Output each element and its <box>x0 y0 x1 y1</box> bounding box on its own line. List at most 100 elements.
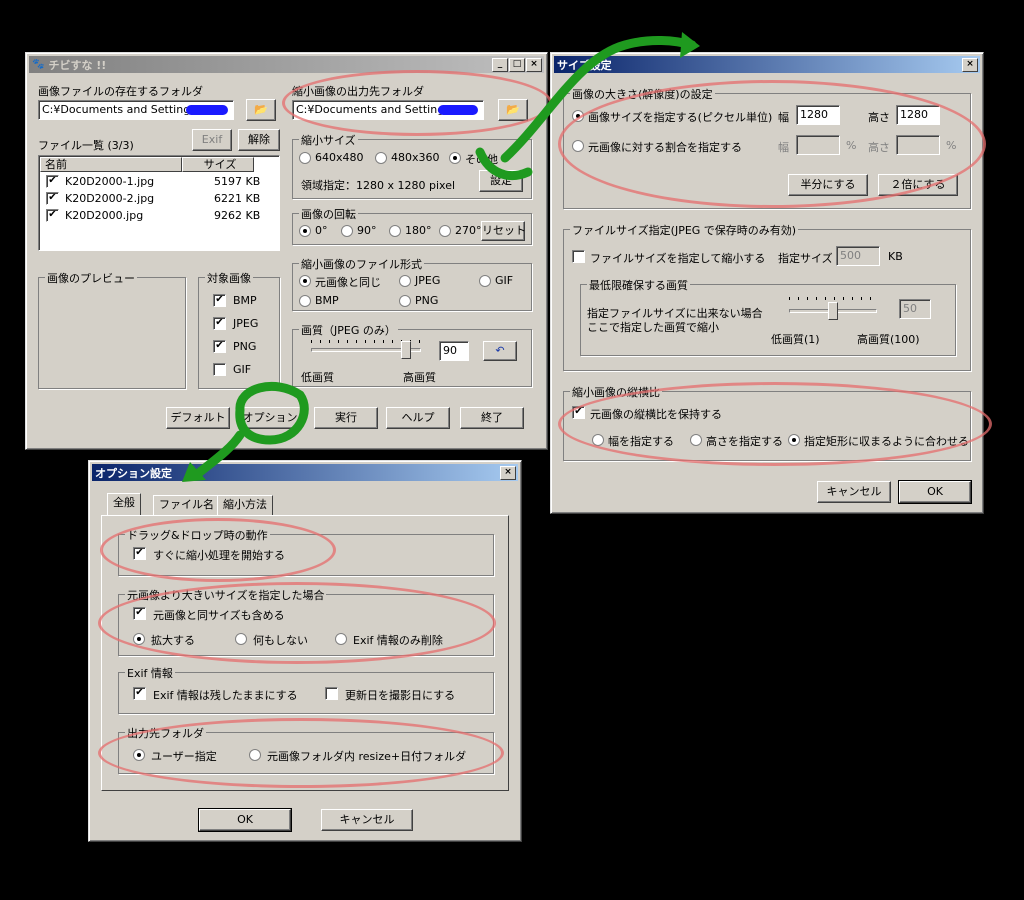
browse-src-button[interactable]: 📂 <box>246 99 276 121</box>
file-checkbox[interactable]: ✔ <box>46 209 59 222</box>
height-input[interactable]: 1280 <box>896 105 940 125</box>
size-480-radio[interactable] <box>375 152 387 164</box>
ratio-height-input[interactable] <box>896 135 940 155</box>
quality-slider-thumb[interactable] <box>401 341 411 359</box>
target-jpeg-checkbox[interactable]: ✔ <box>213 317 226 330</box>
nothing-label: 何もしない <box>253 634 308 647</box>
redacted-mark <box>438 105 478 115</box>
minimize-icon[interactable]: _ <box>492 58 508 72</box>
width-input[interactable]: 1280 <box>796 105 840 125</box>
default-button[interactable]: デフォルト <box>166 407 230 429</box>
target-gif-checkbox[interactable] <box>213 363 226 376</box>
ratio-width-input[interactable] <box>796 135 840 155</box>
rotate-270-label: 270° <box>455 224 482 237</box>
tab-general[interactable]: 全般 <box>107 493 141 515</box>
aspect-height-radio[interactable] <box>690 434 702 446</box>
ok-button[interactable]: OK <box>198 808 292 832</box>
file-name: K20D2000-1.jpg <box>65 175 155 188</box>
file-checkbox[interactable]: ✔ <box>46 192 59 205</box>
half-button[interactable]: 半分にする <box>788 174 868 196</box>
pixel-size-radio[interactable] <box>572 110 584 122</box>
column-header-size[interactable]: サイズ <box>182 157 254 172</box>
close-icon[interactable]: × <box>500 466 516 480</box>
browse-dst-button[interactable]: 📂 <box>498 99 528 121</box>
rotate-90-radio[interactable] <box>341 225 353 237</box>
settings-button[interactable]: 設定 <box>479 170 523 192</box>
exit-button[interactable]: 終了 <box>460 407 524 429</box>
min-quality-thumb[interactable] <box>828 302 838 320</box>
options-button[interactable]: オプション <box>238 407 302 429</box>
app-icon: 🐾 <box>32 59 45 70</box>
target-bmp-checkbox[interactable]: ✔ <box>213 294 226 307</box>
dd-checkbox[interactable]: ✔ <box>133 547 146 560</box>
rotate-90-label: 90° <box>357 224 377 237</box>
exif-button[interactable]: Exif <box>192 129 232 151</box>
larger-label: 元画像と同サイズも含める <box>153 609 285 622</box>
quality-input[interactable]: 90 <box>439 341 469 361</box>
file-list-label: ファイル一覧 (3/3) <box>38 139 134 152</box>
filesize-title: ファイルサイズ指定(JPEG で保存時のみ有効) <box>570 222 799 238</box>
rotate-0-label: 0° <box>315 224 328 237</box>
nothing-radio[interactable] <box>235 633 247 645</box>
larger-checkbox[interactable]: ✔ <box>133 607 146 620</box>
column-header-name[interactable]: 名前 <box>40 157 182 172</box>
larger-group: 元画像より大きいサイズを指定した場合 ✔ 元画像と同サイズも含める 拡大する 何… <box>118 587 494 656</box>
ok-button[interactable]: OK <box>898 480 972 504</box>
help-button[interactable]: ヘルプ <box>386 407 450 429</box>
table-row[interactable]: ✔ K20D2000.jpg 9262 KB <box>39 208 279 224</box>
tab-method[interactable]: 縮小方法 <box>217 495 273 515</box>
enlarge-radio[interactable] <box>133 633 145 645</box>
target-jpeg-label: JPEG <box>233 317 259 330</box>
quality-reset-button[interactable]: ↶ <box>483 341 517 361</box>
ratio-radio[interactable] <box>572 140 584 152</box>
file-checkbox[interactable]: ✔ <box>46 175 59 188</box>
size-640-radio[interactable] <box>299 152 311 164</box>
exif-keep-checkbox[interactable]: ✔ <box>133 687 146 700</box>
file-size: 6221 KB <box>214 192 261 205</box>
file-size: 9262 KB <box>214 209 261 222</box>
filesize-checkbox[interactable] <box>572 250 585 263</box>
target-size-input[interactable]: 500 <box>836 246 880 266</box>
min-quality-desc2: ここで指定した画質で縮小 <box>587 321 719 334</box>
format-same-radio[interactable] <box>299 275 311 287</box>
rotate-180-radio[interactable] <box>389 225 401 237</box>
keep-aspect-checkbox[interactable]: ✔ <box>572 406 585 419</box>
format-bmp-radio[interactable] <box>299 295 311 307</box>
size-dialog-titlebar[interactable]: サイズ設定 × <box>554 56 980 73</box>
aspect-width-radio[interactable] <box>592 434 604 446</box>
filesize-label: ファイルサイズを指定して縮小する <box>590 252 766 265</box>
rotate-0-radio[interactable] <box>299 225 311 237</box>
file-list[interactable]: 名前 サイズ ✔ K20D2000-1.jpg 5197 KB ✔ K20D20… <box>38 155 280 251</box>
aspect-fit-radio[interactable] <box>788 434 800 446</box>
table-row[interactable]: ✔ K20D2000-1.jpg 5197 KB <box>39 174 279 190</box>
rotate-270-radio[interactable] <box>439 225 451 237</box>
maximize-icon[interactable]: □ <box>509 58 525 72</box>
pixel-size-label: 画像サイズを指定する(ピクセル単位) <box>588 111 773 124</box>
table-row[interactable]: ✔ K20D2000-2.jpg 6221 KB <box>39 191 279 207</box>
exif-date-checkbox[interactable] <box>325 687 338 700</box>
min-quality-input[interactable]: 50 <box>899 299 931 319</box>
format-jpeg-radio[interactable] <box>399 275 411 287</box>
cancel-button[interactable]: キャンセル <box>321 809 413 831</box>
format-png-radio[interactable] <box>399 295 411 307</box>
size-other-radio[interactable] <box>449 152 461 164</box>
reset-button[interactable]: リセット <box>481 221 526 241</box>
close-icon[interactable]: × <box>962 58 978 72</box>
format-gif-radio[interactable] <box>479 275 491 287</box>
tab-filename[interactable]: ファイル名 <box>153 495 220 515</box>
options-dialog-title: オプション設定 <box>95 466 172 480</box>
auto-folder-radio[interactable] <box>249 749 261 761</box>
cancel-button[interactable]: キャンセル <box>817 481 891 503</box>
target-png-checkbox[interactable]: ✔ <box>213 340 226 353</box>
options-dialog-titlebar[interactable]: オプション設定 × <box>92 464 518 481</box>
user-folder-radio[interactable] <box>133 749 145 761</box>
exif-title: Exif 情報 <box>125 665 175 681</box>
release-button[interactable]: 解除 <box>238 129 280 151</box>
exif-only-radio[interactable] <box>335 633 347 645</box>
aspect-width-label: 幅を指定する <box>608 435 674 448</box>
area-spec-text: 領域指定：1280 x 1280 pixel <box>301 179 456 192</box>
main-titlebar[interactable]: 🐾 チビすな !! _ □ × <box>29 56 544 73</box>
double-button[interactable]: ２倍にする <box>878 174 958 196</box>
run-button[interactable]: 実行 <box>314 407 378 429</box>
close-icon[interactable]: × <box>526 58 542 72</box>
